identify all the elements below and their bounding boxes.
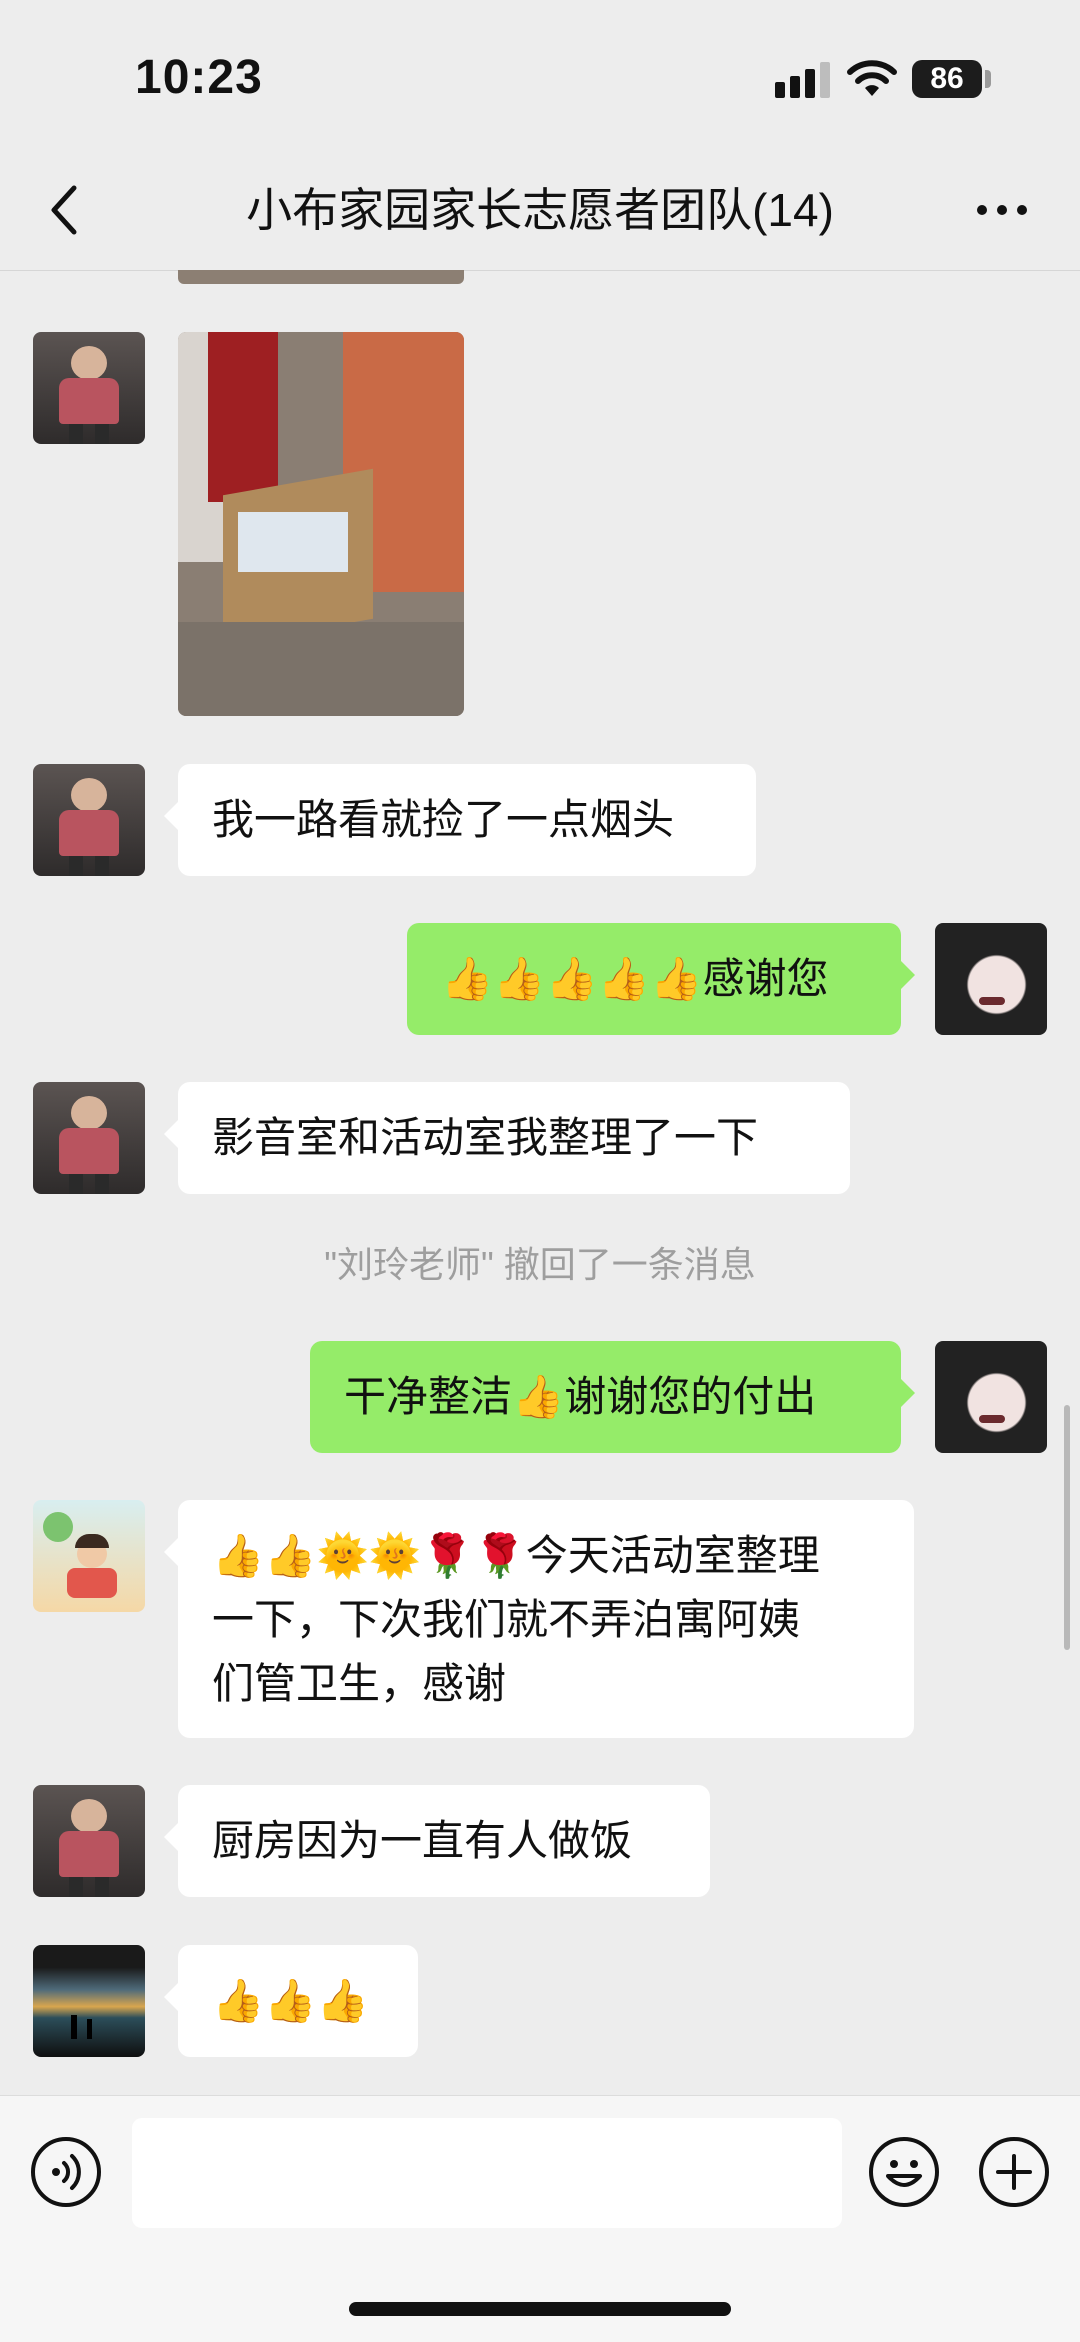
voice-icon[interactable] <box>30 2136 102 2208</box>
message-bubble[interactable]: 我一路看就捡了一点烟头 <box>164 764 756 876</box>
avatar-boy[interactable] <box>33 764 145 876</box>
message-line: 们管卫生，感谢 <box>212 1659 507 1708</box>
message-image[interactable] <box>178 332 464 716</box>
status-bar: 10:23 86 <box>0 0 1080 150</box>
message-bubble[interactable]: 👍👍🌞🌞🌹🌹今天活动室整理 一下，下次我们就不弄泊寓阿姨 们管卫生，感谢 <box>164 1500 914 1738</box>
avatar-beach[interactable] <box>33 1945 145 2057</box>
message-bubble[interactable]: 厨房因为一直有人做饭 <box>164 1785 710 1897</box>
battery-icon: 86 <box>912 60 982 98</box>
previous-image-fragment[interactable] <box>178 270 464 284</box>
plus-icon[interactable] <box>978 2136 1050 2208</box>
emoji-icon[interactable] <box>868 2136 940 2208</box>
message-bubble[interactable]: 👍👍👍 <box>164 1945 418 2057</box>
message-bubble-self[interactable]: 干净整洁👍谢谢您的付出 <box>310 1341 915 1453</box>
chat-header: 小布家园家长志愿者团队(14) <box>0 150 1080 271</box>
message-bubble-self[interactable]: 👍👍👍👍👍感谢您 <box>407 923 915 1035</box>
avatar-self[interactable] <box>935 1341 1047 1453</box>
back-icon[interactable] <box>40 180 90 240</box>
wifi-icon <box>847 60 897 96</box>
home-indicator <box>349 2302 731 2316</box>
chat-title: 小布家园家长志愿者团队(14) <box>246 184 834 236</box>
recall-notice: "刘玲老师" 撤回了一条消息 <box>324 1244 756 1285</box>
avatar-cartoon[interactable] <box>33 1500 145 1612</box>
scrollbar-thumb[interactable] <box>1064 1405 1070 1650</box>
message-bubble[interactable]: 影音室和活动室我整理了一下 <box>164 1082 850 1194</box>
avatar-self[interactable] <box>935 923 1047 1035</box>
message-line: 一下，下次我们就不弄泊寓阿姨 <box>212 1595 801 1644</box>
avatar-boy[interactable] <box>33 1082 145 1194</box>
signal-icon <box>775 62 830 98</box>
message-input[interactable] <box>132 2118 842 2228</box>
message-line: 👍👍🌞🌞🌹🌹今天活动室整理 <box>212 1531 820 1580</box>
more-icon[interactable] <box>972 190 1032 230</box>
status-time: 10:23 <box>135 51 263 104</box>
avatar-boy[interactable] <box>33 1785 145 1897</box>
avatar-boy[interactable] <box>33 332 145 444</box>
battery-tip <box>985 70 991 88</box>
